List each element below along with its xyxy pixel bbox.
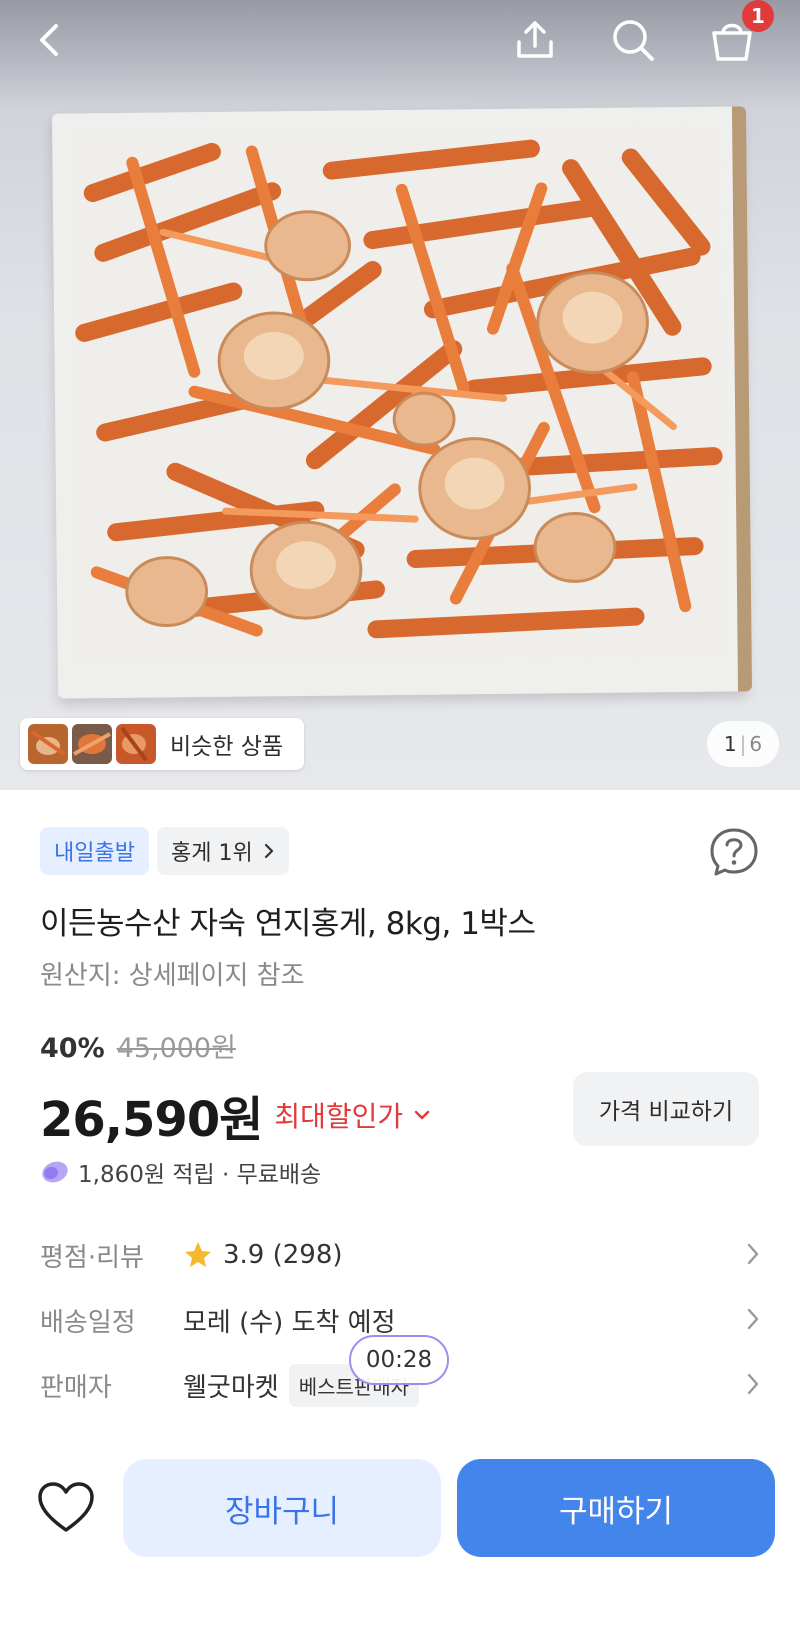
similar-products-label: 비슷한 상품 [170, 734, 284, 760]
chevron-right-icon [747, 1243, 759, 1265]
rating-label: 평점·리뷰 [40, 1242, 144, 1273]
similar-thumbnail [72, 724, 112, 764]
price-row: 26,590원 최대할인가 [40, 1080, 431, 1150]
seller-label: 판매자 [40, 1372, 112, 1403]
reward-row: 1,860원 적립 · 무료배송 [40, 1155, 321, 1189]
image-pager: 1 | 6 [707, 721, 779, 767]
search-button[interactable] [603, 10, 663, 70]
max-discount-toggle[interactable]: 최대할인가 [274, 1095, 431, 1135]
product-image-gallery[interactable]: 1 비슷한 상품 1 | 6 [0, 0, 800, 790]
page-current: 1 [723, 732, 737, 756]
cart-count-badge: 1 [742, 0, 774, 32]
badge-row: 내일출발 홍게 1위 [40, 827, 289, 875]
chevron-right-icon [747, 1308, 759, 1330]
buy-now-button[interactable]: 구매하기 [457, 1459, 775, 1557]
top-shade [0, 0, 800, 110]
recording-timer: 00:28 [349, 1335, 449, 1385]
sale-price: 26,590원 [40, 1092, 263, 1148]
crab-illustration [72, 126, 726, 663]
wishlist-button[interactable] [36, 1478, 96, 1538]
rating-row[interactable]: 평점·리뷰 3.9 (298) [40, 1230, 760, 1280]
back-button[interactable] [20, 10, 80, 70]
reward-text: 1,860원 적립 · 무료배송 [78, 1162, 322, 1188]
ranking-badge[interactable]: 홍게 1위 [156, 827, 289, 875]
product-title: 이든농수산 자숙 연지홍게, 8kg, 1박스 [40, 906, 536, 942]
similar-products-button[interactable]: 비슷한 상품 [20, 718, 304, 770]
max-discount-label: 최대할인가 [274, 1100, 404, 1133]
product-photo [51, 106, 753, 699]
seller-name: 웰굿마켓 [183, 1372, 279, 1403]
star-icon [185, 1242, 211, 1267]
chevron-down-icon [415, 1110, 430, 1120]
reward-coin-icon [42, 1161, 68, 1183]
delivery-label: 배송일정 [40, 1307, 136, 1338]
heart-icon [38, 1482, 94, 1532]
similar-thumbnail [116, 724, 156, 764]
ranking-label: 홍게 1위 [170, 841, 253, 866]
original-price: 45,000원 [116, 1033, 236, 1064]
help-button[interactable] [708, 826, 760, 878]
product-origin: 원산지: 상세페이지 참조 [40, 961, 305, 991]
discount-percent: 40% [40, 1033, 105, 1064]
price-compare-button[interactable]: 가격 비교하기 [573, 1072, 759, 1146]
page-separator: | [739, 732, 747, 756]
page-total: 6 [749, 732, 763, 756]
share-button[interactable] [505, 10, 565, 70]
add-to-cart-button[interactable]: 장바구니 [123, 1459, 441, 1557]
chevron-right-icon [264, 843, 273, 859]
delivery-value: 모레 (수) 도착 예정 [183, 1307, 396, 1338]
delivery-badge: 내일출발 [40, 827, 149, 875]
question-bubble-icon [710, 828, 758, 876]
search-icon [613, 20, 654, 61]
similar-thumbnail [28, 724, 68, 764]
discount-row: 40% 45,000원 [40, 1026, 236, 1065]
chevron-left-icon [40, 24, 58, 56]
rating-value: 3.9 (298) [223, 1240, 343, 1270]
share-icon [517, 21, 553, 58]
chevron-right-icon [747, 1373, 759, 1395]
